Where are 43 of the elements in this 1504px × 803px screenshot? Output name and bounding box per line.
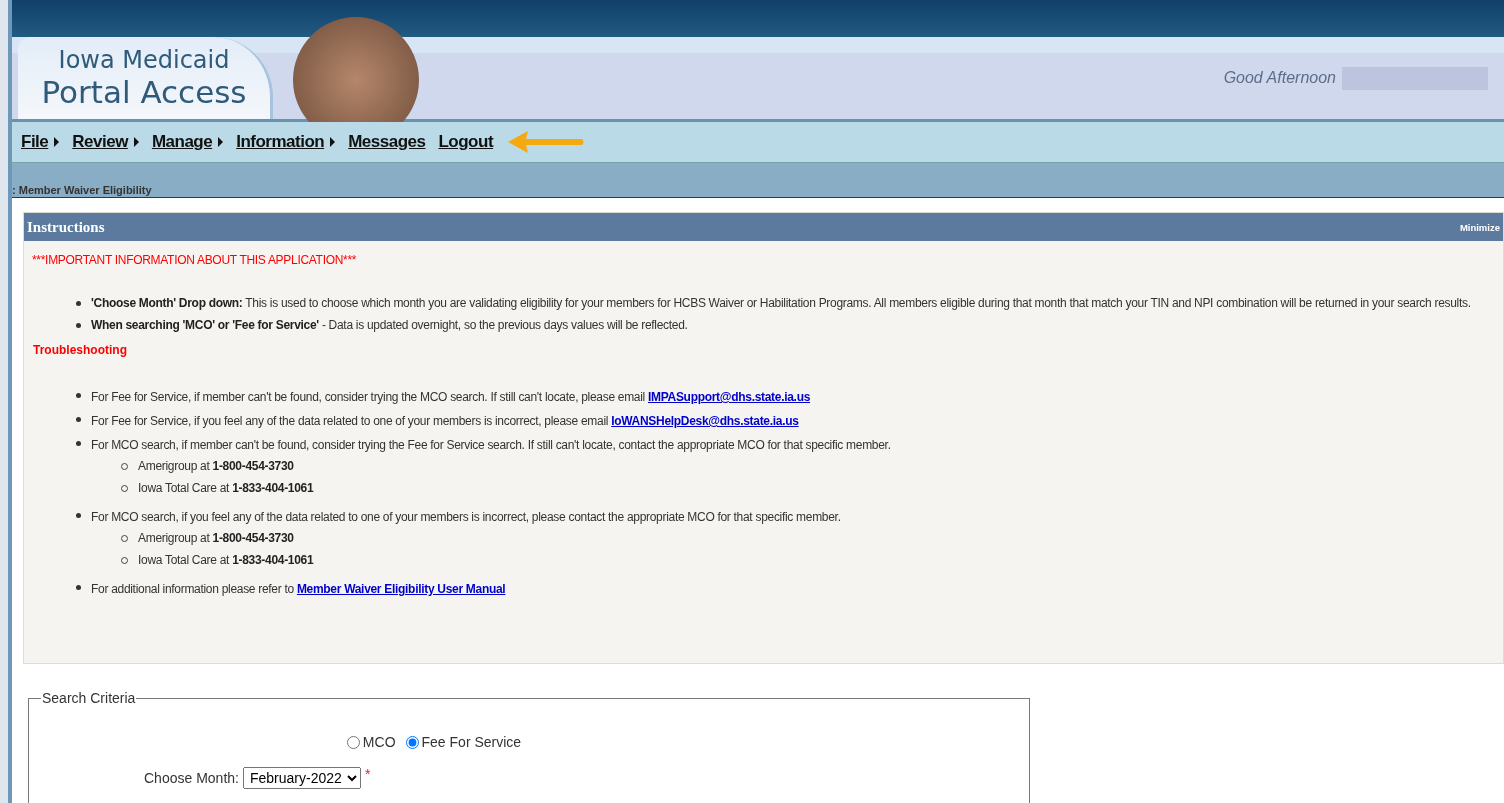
notice-text: ***IMPORTANT INFORMATION ABOUT THIS APPLICATION*** [32, 253, 358, 267]
menu-item[interactable]: Information [236, 132, 325, 152]
field-label: Choose Month: [144, 770, 239, 786]
bullet-icon [76, 301, 81, 306]
radio-label: Fee For Service [421, 734, 522, 750]
bullet-icon [76, 393, 81, 398]
email-link[interactable]: Member Waiver Eligibility User Manual [296, 582, 506, 596]
instruction-text: For MCO search, if member can't be found, consider trying the Fee for Service search. If still can't locate, contact the appropriate MCO for that specific member. [91, 438, 891, 452]
contact-text: Amerigroup at 1-800-454-3730 [138, 458, 294, 475]
radio-button[interactable] [405, 735, 419, 749]
menu-item[interactable]: File [21, 132, 49, 152]
minimize-link[interactable]: Minimize [1459, 221, 1500, 233]
email-link[interactable]: IoWANSHelpDesk@dhs.state.ia.us [611, 414, 799, 428]
contact-text: Iowa Total Care at 1-833-404-1061 [138, 552, 314, 569]
menu-item[interactable]: Messages [348, 132, 426, 152]
instruction-text: 'Choose Month' Drop down: This is used to choose which month you are validating eligibility for your members for HCBS Waiver or Habilitation Programs. All members eligible during that month that match your TIN and NPI combination will be returned in your search results. [91, 295, 1471, 312]
group-legend: Search Criteria [41, 690, 137, 706]
bullet-icon [76, 323, 81, 328]
menu-item[interactable]: Review [72, 132, 128, 152]
logo-text: Iowa Medicaid [58, 46, 230, 74]
contact-text: Iowa Total Care at 1-833-404-1061 [138, 480, 314, 497]
required-mark: * [364, 766, 371, 782]
radio-label: MCO [362, 734, 396, 750]
instruction-text: For MCO search, if you feel any of the data related to one of your members is incorrect, please contact the appropriate MCO for that specific member. [91, 510, 841, 524]
bullet-icon [76, 417, 81, 422]
logo-text: Portal Access [41, 74, 247, 110]
menu-item[interactable]: Manage [151, 132, 213, 152]
instruction-text: For additional information please refer to Member Waiver Eligibility User Manual [91, 582, 506, 596]
bullet-icon [76, 585, 81, 590]
email-link[interactable]: IMPASupport@dhs.state.ia.us [648, 390, 811, 404]
instruction-text: For Fee for Service, if you feel any of the data related to one of your members is incorrect, please email IoWANSHelpDesk@dhs.state.ia.us [91, 414, 799, 428]
menu-item[interactable]: Logout [438, 132, 494, 152]
bullet-icon [76, 441, 81, 446]
month-dropdown[interactable]: February-2022 [242, 767, 361, 789]
instruction-text: When searching 'MCO' or 'Fee for Service' - Data is updated overnight, so the previous days values will be reflected. [91, 317, 688, 334]
contact-text: Amerigroup at 1-800-454-3730 [138, 530, 294, 547]
greeting-text: Good Afternoon [1223, 69, 1336, 87]
panel-title: Instructions [27, 218, 105, 236]
radio-button[interactable] [346, 735, 360, 749]
section-title: Troubleshooting [33, 343, 128, 357]
bullet-icon [76, 513, 81, 518]
breadcrumb-text: : Member Waiver Eligibility [12, 184, 152, 196]
instruction-text: For Fee for Service, if member can't be found, consider trying the MCO search. If still can't locate, please email IMPASupport@dhs.state.ia.us [91, 390, 811, 404]
